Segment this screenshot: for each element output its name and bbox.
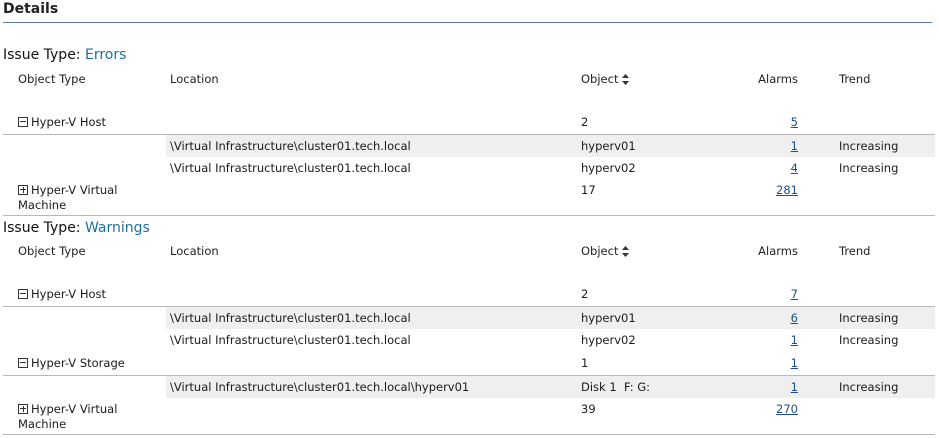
location-cell: \Virtual Infrastructure\cluster01.tech.l… (170, 161, 411, 175)
trend-cell: Increasing (839, 311, 899, 325)
column-header-object[interactable]: Object (581, 72, 630, 86)
issue-type-heading: Issue Type: Errors (3, 47, 126, 63)
alarm-count-link[interactable]: 5 (791, 115, 798, 129)
object-cell: hyperv02 (581, 161, 636, 175)
section-divider (3, 215, 935, 216)
group-name-cell[interactable]: Hyper-V Virtual Machine (18, 183, 138, 213)
column-header-object-type[interactable]: Object Type (18, 72, 86, 86)
alarm-count-link[interactable]: 1 (791, 380, 798, 394)
row-divider (3, 134, 166, 135)
collapse-minus-icon[interactable] (18, 357, 28, 368)
row-divider (3, 306, 166, 307)
issue-type-value: Errors (84, 47, 127, 63)
object-cell: Disk 1 F: G: (581, 380, 651, 394)
group-name: Hyper-V Storage (31, 356, 125, 370)
group-count: 39 (581, 402, 596, 416)
column-header-object-label: Object (581, 244, 619, 258)
group-name-cell[interactable]: Hyper-V Storage (18, 356, 125, 370)
issue-type-heading: Issue Type: Warnings (3, 220, 150, 236)
expand-plus-icon[interactable] (18, 184, 28, 195)
column-header-object-label: Object (581, 72, 619, 86)
issue-type-label: Issue Type: (3, 47, 81, 63)
group-name: Hyper-V Virtual Machine (18, 402, 118, 431)
trend-cell: Increasing (839, 139, 899, 153)
location-cell: \Virtual Infrastructure\cluster01.tech.l… (170, 139, 411, 153)
issue-type-value: Warnings (84, 220, 150, 236)
sort-updown-icon[interactable] (622, 246, 630, 257)
column-header-trend[interactable]: Trend (839, 244, 870, 258)
group-name-cell[interactable]: Hyper-V Host (18, 115, 106, 129)
group-count: 17 (581, 183, 596, 197)
trend-cell: Increasing (839, 380, 899, 394)
group-count: 1 (581, 356, 589, 370)
issue-type-label: Issue Type: (3, 220, 81, 236)
column-header-object[interactable]: Object (581, 244, 630, 258)
alarm-count-link[interactable]: 4 (791, 161, 798, 175)
object-cell: hyperv01 (581, 311, 636, 325)
sort-updown-icon[interactable] (622, 74, 630, 85)
column-header-object-type[interactable]: Object Type (18, 244, 86, 258)
trend-cell: Increasing (839, 161, 899, 175)
collapse-minus-icon[interactable] (18, 288, 28, 299)
group-name: Hyper-V Virtual Machine (18, 183, 118, 212)
column-header-trend[interactable]: Trend (839, 72, 870, 86)
location-cell: \Virtual Infrastructure\cluster01.tech.l… (170, 311, 411, 325)
group-name-cell[interactable]: Hyper-V Host (18, 287, 106, 301)
collapse-minus-icon[interactable] (18, 116, 28, 127)
title-divider (3, 22, 932, 23)
section-divider (3, 434, 935, 435)
alarm-count-link[interactable]: 270 (776, 402, 798, 416)
column-header-alarms[interactable]: Alarms (758, 72, 798, 86)
group-name: Hyper-V Host (31, 115, 107, 129)
object-cell: hyperv02 (581, 333, 636, 347)
alarm-count-link[interactable]: 6 (791, 311, 798, 325)
row-divider (3, 375, 166, 376)
group-count: 2 (581, 115, 589, 129)
expand-plus-icon[interactable] (18, 403, 28, 414)
alarm-count-link[interactable]: 1 (791, 356, 798, 370)
group-count: 2 (581, 287, 589, 301)
trend-cell: Increasing (839, 333, 899, 347)
page-title: Details (3, 1, 59, 17)
location-cell: \Virtual Infrastructure\cluster01.tech.l… (170, 333, 411, 347)
column-header-alarms[interactable]: Alarms (758, 244, 798, 258)
alarm-count-link[interactable]: 281 (776, 183, 798, 197)
column-header-location[interactable]: Location (170, 72, 219, 86)
column-header-location[interactable]: Location (170, 244, 219, 258)
alarm-count-link[interactable]: 7 (791, 287, 798, 301)
alarm-count-link[interactable]: 1 (791, 333, 798, 347)
group-name-cell[interactable]: Hyper-V Virtual Machine (18, 402, 138, 432)
object-cell: hyperv01 (581, 139, 636, 153)
alarm-count-link[interactable]: 1 (791, 139, 798, 153)
location-cell: \Virtual Infrastructure\cluster01.tech.l… (170, 380, 470, 394)
group-name: Hyper-V Host (31, 287, 107, 301)
